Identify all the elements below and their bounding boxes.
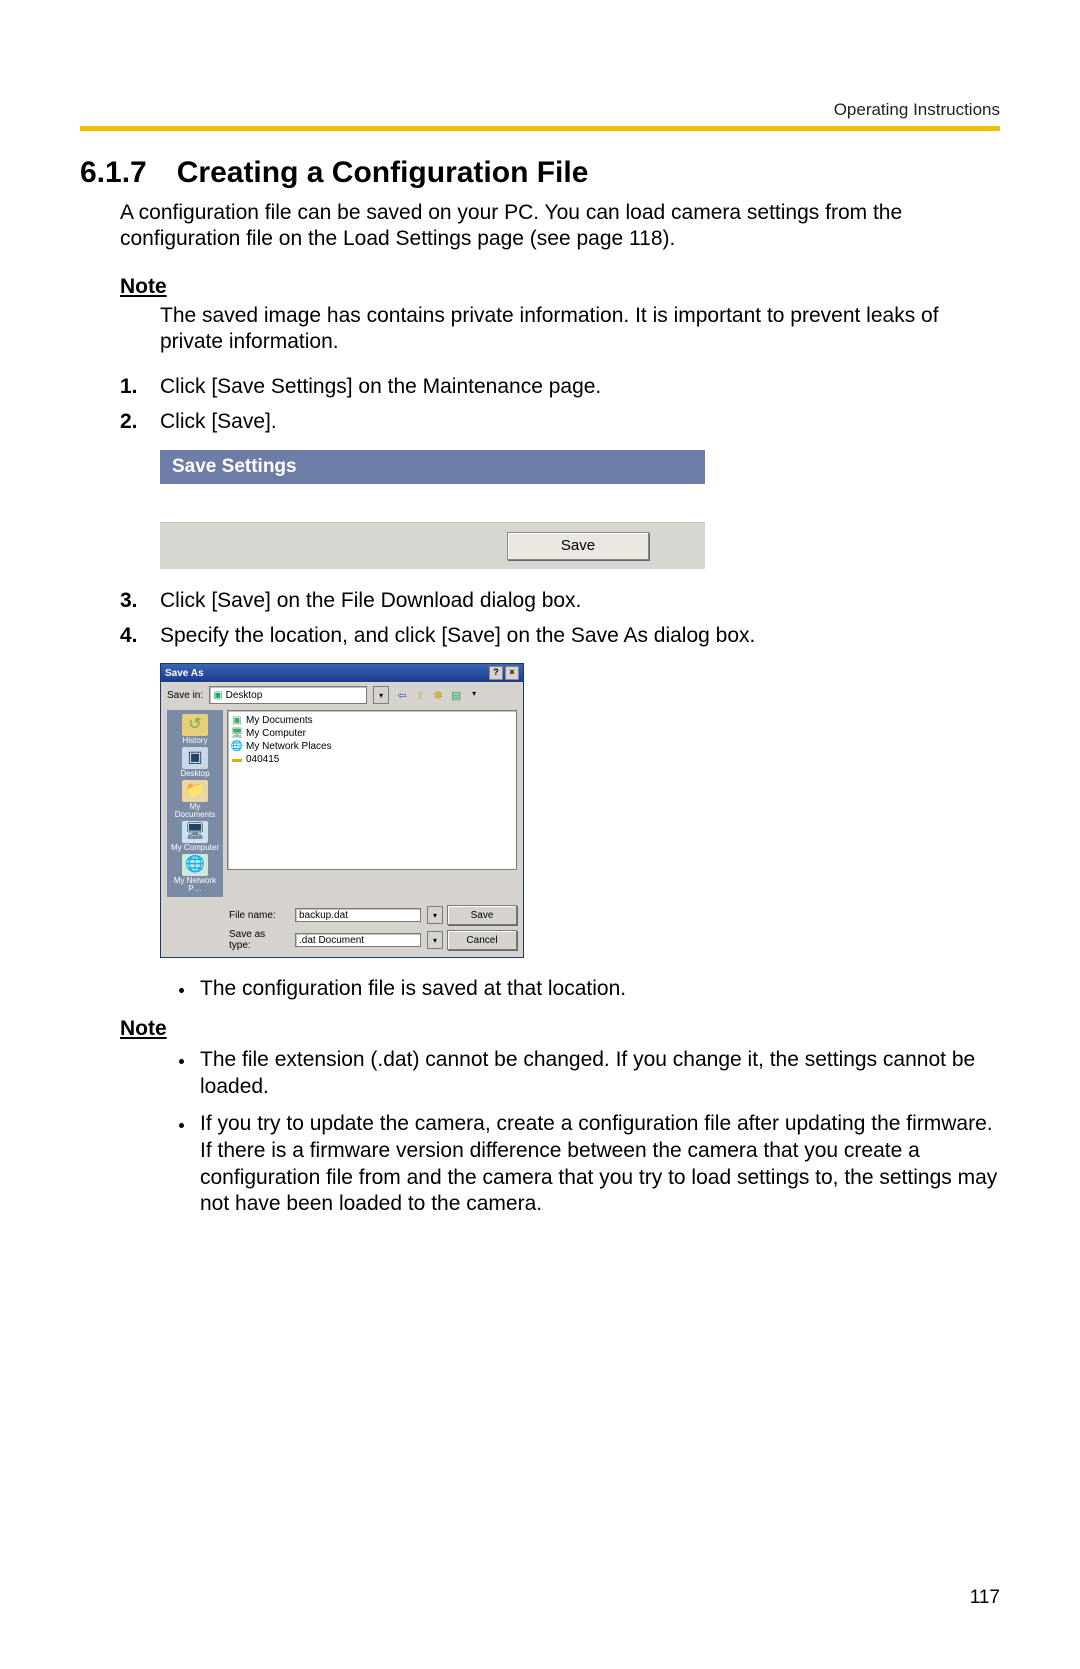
steps-list: 1. Click [Save Settings] on the Maintena… <box>120 373 1000 436</box>
help-button[interactable]: ? <box>489 666 503 680</box>
file-list[interactable]: ▣My Documents 🖥My Computer 🌐My Network P… <box>227 710 517 870</box>
step-text: Click [Save]. <box>160 408 277 435</box>
place-label: History <box>171 737 219 745</box>
save-as-titlebar: Save As ? × <box>161 664 523 682</box>
save-settings-title: Save Settings <box>160 450 705 484</box>
save-as-footer: File name: ▾ Save Save as type: ▾ Cancel <box>161 903 523 957</box>
dialog-cancel-button[interactable]: Cancel <box>447 930 517 950</box>
dropdown-button[interactable]: ▾ <box>373 686 389 704</box>
step-text: Click [Save] on the File Download dialog… <box>160 587 581 614</box>
intro-text: A configuration file can be saved on you… <box>120 200 1000 253</box>
header-rule <box>80 126 1000 131</box>
mycomp-icon: 🖥 <box>182 821 208 843</box>
figure-save-settings: Save Settings Save <box>160 450 1000 569</box>
close-button[interactable]: × <box>505 666 519 680</box>
toolbar-icons: ⇦ ⇧ ✽ ▤ ▾ <box>395 689 481 702</box>
save-settings-panel: Save Settings Save <box>160 450 705 569</box>
list-item[interactable]: ▬040415 <box>231 753 513 766</box>
page-content: Operating Instructions 6.1.7 Creating a … <box>0 0 1080 1218</box>
network-icon: 🌐 <box>231 741 243 752</box>
file-name-dropdown[interactable]: ▾ <box>427 906 443 924</box>
item-label: My Network Places <box>246 740 332 753</box>
step-1: 1. Click [Save Settings] on the Maintena… <box>120 373 1000 400</box>
list-item[interactable]: 🖥My Computer <box>231 727 513 740</box>
place-mydocs[interactable]: 📁 My Documents <box>171 780 219 819</box>
views-icon[interactable]: ▤ <box>449 689 463 702</box>
step-4: 4. Specify the location, and click [Save… <box>120 622 1000 649</box>
step-2: 2. Click [Save]. <box>120 408 1000 435</box>
place-label: My Computer <box>171 844 219 852</box>
step-3: 3. Click [Save] on the File Download dia… <box>120 587 1000 614</box>
step-number: 3. <box>120 587 148 614</box>
step-text: Specify the location, and click [Save] o… <box>160 622 755 649</box>
bullet-item: If you try to update the camera, create … <box>196 1111 1000 1219</box>
section-number: 6.1.7 <box>80 156 147 190</box>
section-title: Creating a Configuration File <box>177 156 589 190</box>
list-item[interactable]: ▣My Documents <box>231 714 513 727</box>
place-label: My Network P… <box>171 877 219 893</box>
save-type-input[interactable] <box>295 933 421 947</box>
step-text: Click [Save Settings] on the Maintenance… <box>160 373 601 400</box>
save-in-label: Save in: <box>167 690 203 701</box>
place-network[interactable]: 🌐 My Network P… <box>171 854 219 893</box>
folder-icon: ▣ <box>231 715 243 726</box>
save-in-value: Desktop <box>226 690 263 701</box>
computer-icon: 🖥 <box>231 728 243 739</box>
mydocs-icon: 📁 <box>182 780 208 802</box>
save-as-dialog: Save As ? × Save in: ▣ Desktop ▾ ⇦ ⇧ ✽ ▤… <box>160 663 524 958</box>
bullet-item: The configuration file is saved at that … <box>196 976 1000 1003</box>
place-mycomp[interactable]: 🖥 My Computer <box>171 821 219 852</box>
save-as-body: ↺ History ▣ Desktop 📁 My Documents 🖥 My … <box>161 704 523 903</box>
list-item[interactable]: 🌐My Network Places <box>231 740 513 753</box>
save-settings-footer: Save <box>160 523 705 569</box>
note-body-1: The saved image has contains private inf… <box>160 303 1000 356</box>
new-folder-icon[interactable]: ✽ <box>431 689 445 702</box>
steps-list-cont: 3. Click [Save] on the File Download dia… <box>120 587 1000 650</box>
save-button[interactable]: Save <box>507 532 649 560</box>
step-number: 4. <box>120 622 148 649</box>
places-bar: ↺ History ▣ Desktop 📁 My Documents 🖥 My … <box>167 710 223 897</box>
place-desktop[interactable]: ▣ Desktop <box>171 747 219 778</box>
step-number: 2. <box>120 408 148 435</box>
section-heading: 6.1.7 Creating a Configuration File <box>80 156 1000 190</box>
network-icon: 🌐 <box>182 854 208 876</box>
note-label-1: Note <box>120 275 1000 299</box>
note-label-2: Note <box>120 1017 1000 1041</box>
save-as-toolbar: Save in: ▣ Desktop ▾ ⇦ ⇧ ✽ ▤ ▾ <box>161 682 523 704</box>
views-drop-icon[interactable]: ▾ <box>467 689 481 702</box>
place-label: Desktop <box>171 770 219 778</box>
file-name-label: File name: <box>229 910 289 921</box>
history-icon: ↺ <box>182 714 208 736</box>
result-bullets: The configuration file is saved at that … <box>80 976 1000 1003</box>
save-type-label: Save as type: <box>229 929 289 951</box>
running-header: Operating Instructions <box>80 100 1000 120</box>
save-settings-body <box>160 484 705 523</box>
save-as-title-text: Save As <box>165 668 204 679</box>
page-number: 117 <box>970 1587 1000 1609</box>
step-number: 1. <box>120 373 148 400</box>
dialog-save-button[interactable]: Save <box>447 905 517 925</box>
figure-save-as: Save As ? × Save in: ▣ Desktop ▾ ⇦ ⇧ ✽ ▤… <box>160 663 1000 958</box>
place-history[interactable]: ↺ History <box>171 714 219 745</box>
save-in-dropdown[interactable]: ▣ Desktop <box>209 686 367 704</box>
window-buttons: ? × <box>489 666 519 680</box>
place-label: My Documents <box>171 803 219 819</box>
item-label: 040415 <box>246 753 279 766</box>
folder-icon: ▬ <box>231 754 243 765</box>
desktop-icon: ▣ <box>213 690 222 701</box>
file-name-input[interactable] <box>295 908 421 922</box>
desktop-icon: ▣ <box>182 747 208 769</box>
bullet-item: The file extension (.dat) cannot be chan… <box>196 1047 1000 1101</box>
back-icon[interactable]: ⇦ <box>395 689 409 702</box>
up-icon[interactable]: ⇧ <box>413 689 427 702</box>
item-label: My Computer <box>246 727 306 740</box>
note2-bullets: The file extension (.dat) cannot be chan… <box>80 1047 1000 1218</box>
save-type-dropdown[interactable]: ▾ <box>427 931 443 949</box>
item-label: My Documents <box>246 714 313 727</box>
